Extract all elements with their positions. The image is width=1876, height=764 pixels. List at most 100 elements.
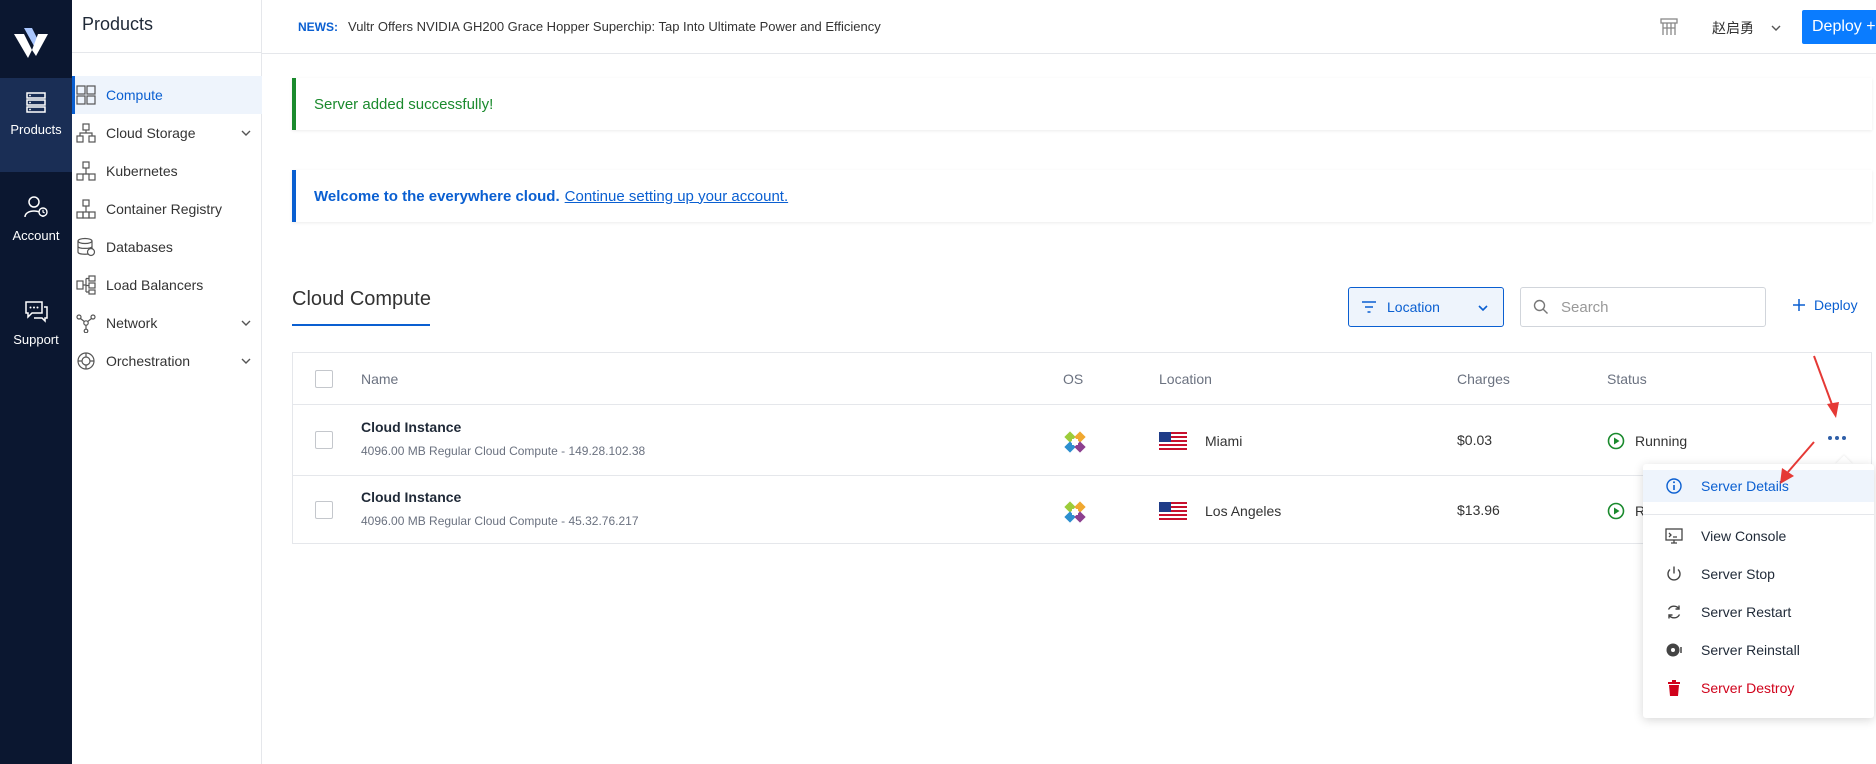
chevron-down-icon bbox=[1478, 305, 1488, 312]
gift-icon[interactable] bbox=[1658, 16, 1680, 38]
running-icon bbox=[1607, 502, 1625, 520]
server-stack-icon bbox=[26, 92, 46, 113]
user-icon bbox=[24, 196, 48, 218]
column-header-charges[interactable]: Charges bbox=[1457, 371, 1510, 387]
console-icon bbox=[1665, 528, 1683, 544]
user-menu[interactable]: 赵启勇 bbox=[1712, 18, 1754, 38]
running-icon bbox=[1607, 432, 1625, 450]
sidebar-item-container-registry[interactable]: Container Registry bbox=[72, 190, 262, 228]
title-underline bbox=[292, 324, 430, 326]
annotation-arrow-icon bbox=[1813, 355, 1839, 418]
sidebar-item-network[interactable]: Network bbox=[72, 304, 262, 342]
sidebar-item-label: Cloud Storage bbox=[106, 125, 196, 141]
news-link[interactable]: Vultr Offers NVIDIA GH200 Grace Hopper S… bbox=[348, 19, 881, 34]
success-alert: Server added successfully! bbox=[292, 78, 1872, 130]
chevron-down-icon[interactable] bbox=[240, 317, 252, 329]
table-header: Name OS Location Charges Status bbox=[293, 353, 1871, 405]
sidebar-item-databases[interactable]: Databases bbox=[72, 228, 262, 266]
instance-description: 4096.00 MB Regular Cloud Compute - 149.2… bbox=[361, 444, 646, 458]
nav-rail: Products Account Support bbox=[0, 0, 72, 764]
more-options-icon[interactable] bbox=[1825, 426, 1849, 450]
server-actions-menu: Server Details View Console Server Stop … bbox=[1643, 464, 1874, 718]
column-header-location[interactable]: Location bbox=[1159, 371, 1212, 387]
power-icon bbox=[1667, 566, 1681, 581]
instance-description: 4096.00 MB Regular Cloud Compute - 45.32… bbox=[361, 514, 639, 528]
setup-account-link[interactable]: Continue setting up your account. bbox=[565, 188, 788, 205]
vultr-logo-icon[interactable] bbox=[12, 26, 52, 60]
rail-label: Account bbox=[12, 228, 60, 243]
instance-name[interactable]: Cloud Instance bbox=[361, 489, 461, 505]
select-all-checkbox[interactable] bbox=[315, 370, 333, 388]
column-header-status[interactable]: Status bbox=[1607, 371, 1647, 387]
instance-location: Miami bbox=[1205, 433, 1243, 449]
kubernetes-icon bbox=[76, 161, 96, 181]
menu-item-label: Server Restart bbox=[1701, 604, 1792, 620]
sidebar-item-label: Databases bbox=[106, 239, 173, 255]
restart-icon bbox=[1667, 605, 1681, 619]
column-header-name[interactable]: Name bbox=[361, 371, 398, 387]
rail-item-products[interactable]: Products bbox=[0, 78, 72, 172]
os-centos-icon bbox=[1064, 501, 1086, 523]
sidebar-item-label: Container Registry bbox=[106, 201, 222, 217]
rail-item-support[interactable]: Support bbox=[0, 286, 72, 380]
sidebar-item-cloud-storage[interactable]: Cloud Storage bbox=[72, 114, 262, 152]
top-bar: NEWS: Vultr Offers NVIDIA GH200 Grace Ho… bbox=[262, 0, 1876, 54]
menu-item-label: Server Stop bbox=[1701, 566, 1775, 582]
welcome-alert: Welcome to the everywhere cloud. Continu… bbox=[292, 170, 1872, 222]
sidebar-item-label: Compute bbox=[106, 87, 163, 103]
alert-text: Server added successfully! bbox=[314, 95, 494, 113]
sidebar-item-compute[interactable]: Compute bbox=[72, 76, 262, 114]
us-flag-icon bbox=[1159, 502, 1187, 520]
storage-icon bbox=[76, 123, 96, 143]
page-title: Cloud Compute bbox=[292, 288, 431, 310]
orchestration-icon bbox=[77, 352, 95, 370]
deploy-link[interactable]: Deploy bbox=[1792, 297, 1858, 313]
sidebar-item-orchestration[interactable]: Orchestration bbox=[72, 342, 262, 380]
table-row[interactable]: Cloud Instance 4096.00 MB Regular Cloud … bbox=[293, 406, 1871, 475]
sidebar-item-load-balancers[interactable]: Load Balancers bbox=[72, 266, 262, 304]
rail-item-account[interactable]: Account bbox=[0, 182, 72, 276]
menu-item-view-console[interactable]: View Console bbox=[1643, 520, 1874, 552]
chevron-down-icon[interactable] bbox=[240, 127, 252, 139]
load-balancer-icon bbox=[76, 275, 96, 295]
news-tag: NEWS: bbox=[298, 20, 338, 34]
menu-item-label: Server Reinstall bbox=[1701, 642, 1800, 658]
info-icon bbox=[1666, 478, 1682, 494]
deploy-link-label: Deploy bbox=[1814, 297, 1858, 313]
menu-item-server-details[interactable]: Server Details bbox=[1643, 470, 1874, 502]
table-row[interactable]: Cloud Instance 4096.00 MB Regular Cloud … bbox=[293, 475, 1871, 544]
search-input[interactable] bbox=[1561, 298, 1751, 316]
row-checkbox[interactable] bbox=[315, 501, 333, 519]
rail-label: Support bbox=[13, 332, 59, 347]
instance-location: Los Angeles bbox=[1205, 503, 1282, 519]
search-box[interactable] bbox=[1520, 287, 1766, 327]
registry-icon bbox=[76, 199, 96, 219]
instance-name[interactable]: Cloud Instance bbox=[361, 419, 461, 435]
menu-item-label: Server Destroy bbox=[1701, 680, 1795, 696]
reinstall-icon bbox=[1666, 643, 1682, 657]
us-flag-icon bbox=[1159, 432, 1187, 450]
menu-item-server-reinstall[interactable]: Server Reinstall bbox=[1643, 634, 1874, 666]
sidebar-item-label: Load Balancers bbox=[106, 277, 204, 293]
row-checkbox[interactable] bbox=[315, 431, 333, 449]
column-header-os: OS bbox=[1063, 371, 1084, 387]
instances-table: Name OS Location Charges Status Cloud In… bbox=[292, 352, 1872, 544]
deploy-button[interactable]: Deploy + bbox=[1802, 10, 1876, 44]
sidebar-item-kubernetes[interactable]: Kubernetes bbox=[72, 152, 262, 190]
chevron-down-icon[interactable] bbox=[1770, 22, 1782, 34]
chat-icon bbox=[25, 301, 48, 323]
instance-charges: $13.96 bbox=[1457, 502, 1500, 518]
alert-heading: Welcome to the everywhere cloud. bbox=[314, 187, 560, 205]
menu-item-label: View Console bbox=[1701, 528, 1787, 544]
annotation-arrow-icon bbox=[1780, 441, 1815, 484]
network-icon bbox=[76, 314, 96, 333]
database-icon bbox=[77, 237, 96, 257]
sidebar-item-label: Orchestration bbox=[106, 353, 191, 369]
menu-item-server-destroy[interactable]: Server Destroy bbox=[1643, 672, 1874, 704]
menu-item-server-restart[interactable]: Server Restart bbox=[1643, 596, 1874, 628]
divider bbox=[1643, 514, 1874, 515]
menu-item-server-stop[interactable]: Server Stop bbox=[1643, 558, 1874, 590]
products-sidebar: Products Compute Cloud Storage Kubernete… bbox=[72, 0, 262, 764]
chevron-down-icon[interactable] bbox=[240, 355, 252, 367]
location-filter-button[interactable]: Location bbox=[1348, 287, 1504, 327]
